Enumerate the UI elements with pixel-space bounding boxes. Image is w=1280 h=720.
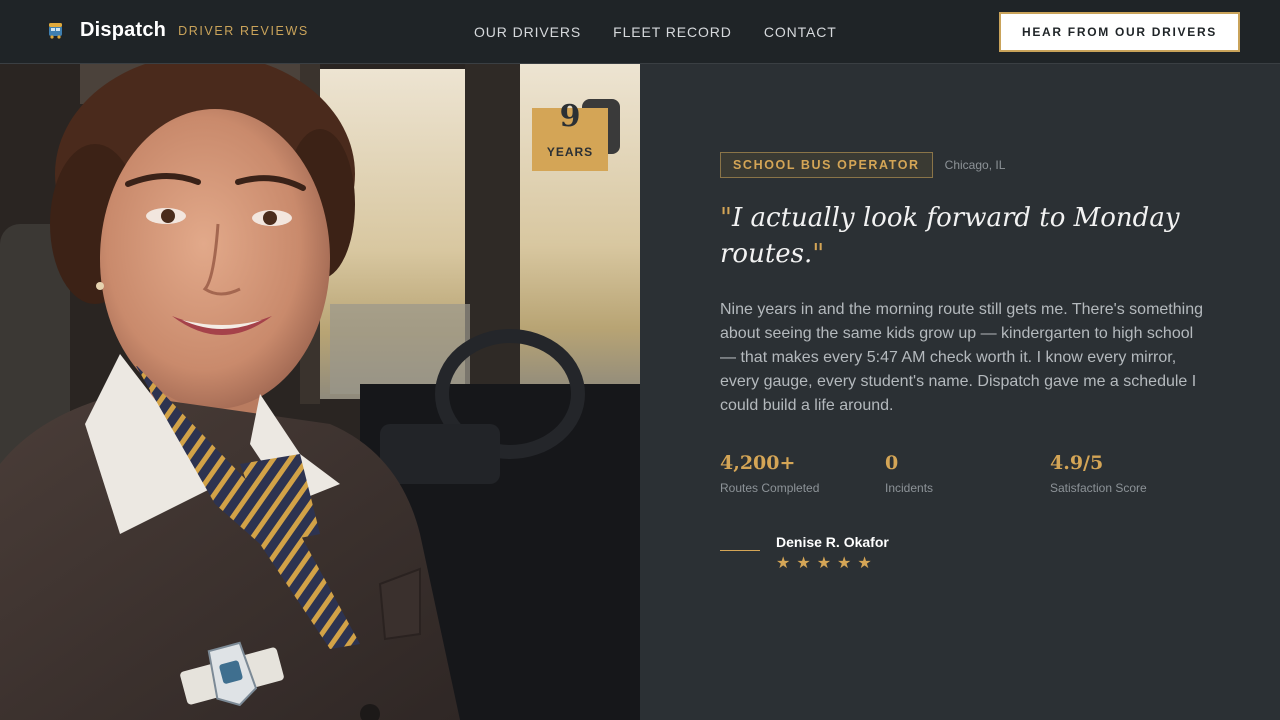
- hear-from-drivers-button[interactable]: HEAR FROM OUR DRIVERS: [999, 12, 1240, 52]
- author-name: Denise R. Okafor: [776, 534, 889, 550]
- testimonial-quote: "I actually look forward to Monday route…: [720, 200, 1220, 272]
- driver-photo: 9 YEARS: [0, 64, 640, 720]
- author-divider: [720, 550, 760, 551]
- stat-label: Incidents: [885, 481, 934, 495]
- stat-label: Satisfaction Score: [1050, 481, 1147, 495]
- role-badge: SCHOOL BUS OPERATOR: [720, 152, 933, 178]
- stat-incidents: 0 Incidents: [885, 452, 1050, 495]
- stat-satisfaction: 4.9/5 Satisfaction Score: [1050, 452, 1215, 495]
- years-label: YEARS: [546, 145, 594, 159]
- role-row: SCHOOL BUS OPERATOR Chicago, IL: [720, 152, 1005, 178]
- close-quote-mark: ": [812, 239, 825, 269]
- nav-fleet-record[interactable]: FLEET RECORD: [613, 24, 732, 40]
- star-rating: ★ ★ ★ ★ ★: [776, 556, 889, 572]
- open-quote-mark: ": [720, 203, 732, 233]
- nav-contact[interactable]: CONTACT: [764, 24, 837, 40]
- stats-row: 4,200+ Routes Completed 0 Incidents 4.9/…: [720, 452, 1215, 495]
- quote-text: I actually look forward to Monday routes…: [720, 203, 1180, 269]
- stat-routes: 4,200+ Routes Completed: [720, 452, 885, 495]
- testimonial-story: Nine years in and the morning route stil…: [720, 301, 1203, 414]
- star-icon: ★: [857, 555, 872, 572]
- brand[interactable]: Dispatch DRIVER REVIEWS: [46, 19, 309, 42]
- brand-tagline: DRIVER REVIEWS: [178, 23, 309, 38]
- nav-our-drivers[interactable]: OUR DRIVERS: [474, 24, 581, 40]
- bus-logo-icon: [46, 20, 66, 42]
- stat-value: 0: [885, 452, 899, 474]
- years-value: 9: [559, 99, 581, 134]
- star-icon: ★: [776, 555, 791, 572]
- location-text: Chicago, IL: [944, 158, 1006, 172]
- testimonial-panel: SCHOOL BUS OPERATOR Chicago, IL "I actua…: [640, 64, 1280, 720]
- main-nav: OUR DRIVERS FLEET RECORD CONTACT: [474, 24, 837, 40]
- years-badge: 9 YEARS: [532, 102, 608, 171]
- stat-value: 4.9/5: [1050, 452, 1104, 474]
- stat-value: 4,200+: [720, 452, 796, 474]
- brand-name: Dispatch: [80, 19, 167, 41]
- author-block: Denise R. Okafor ★ ★ ★ ★ ★: [720, 534, 889, 572]
- stat-label: Routes Completed: [720, 481, 820, 495]
- star-icon: ★: [796, 555, 811, 572]
- star-icon: ★: [837, 555, 852, 572]
- star-icon: ★: [816, 555, 832, 572]
- top-navbar: Dispatch DRIVER REVIEWS OUR DRIVERS FLEE…: [0, 0, 1280, 64]
